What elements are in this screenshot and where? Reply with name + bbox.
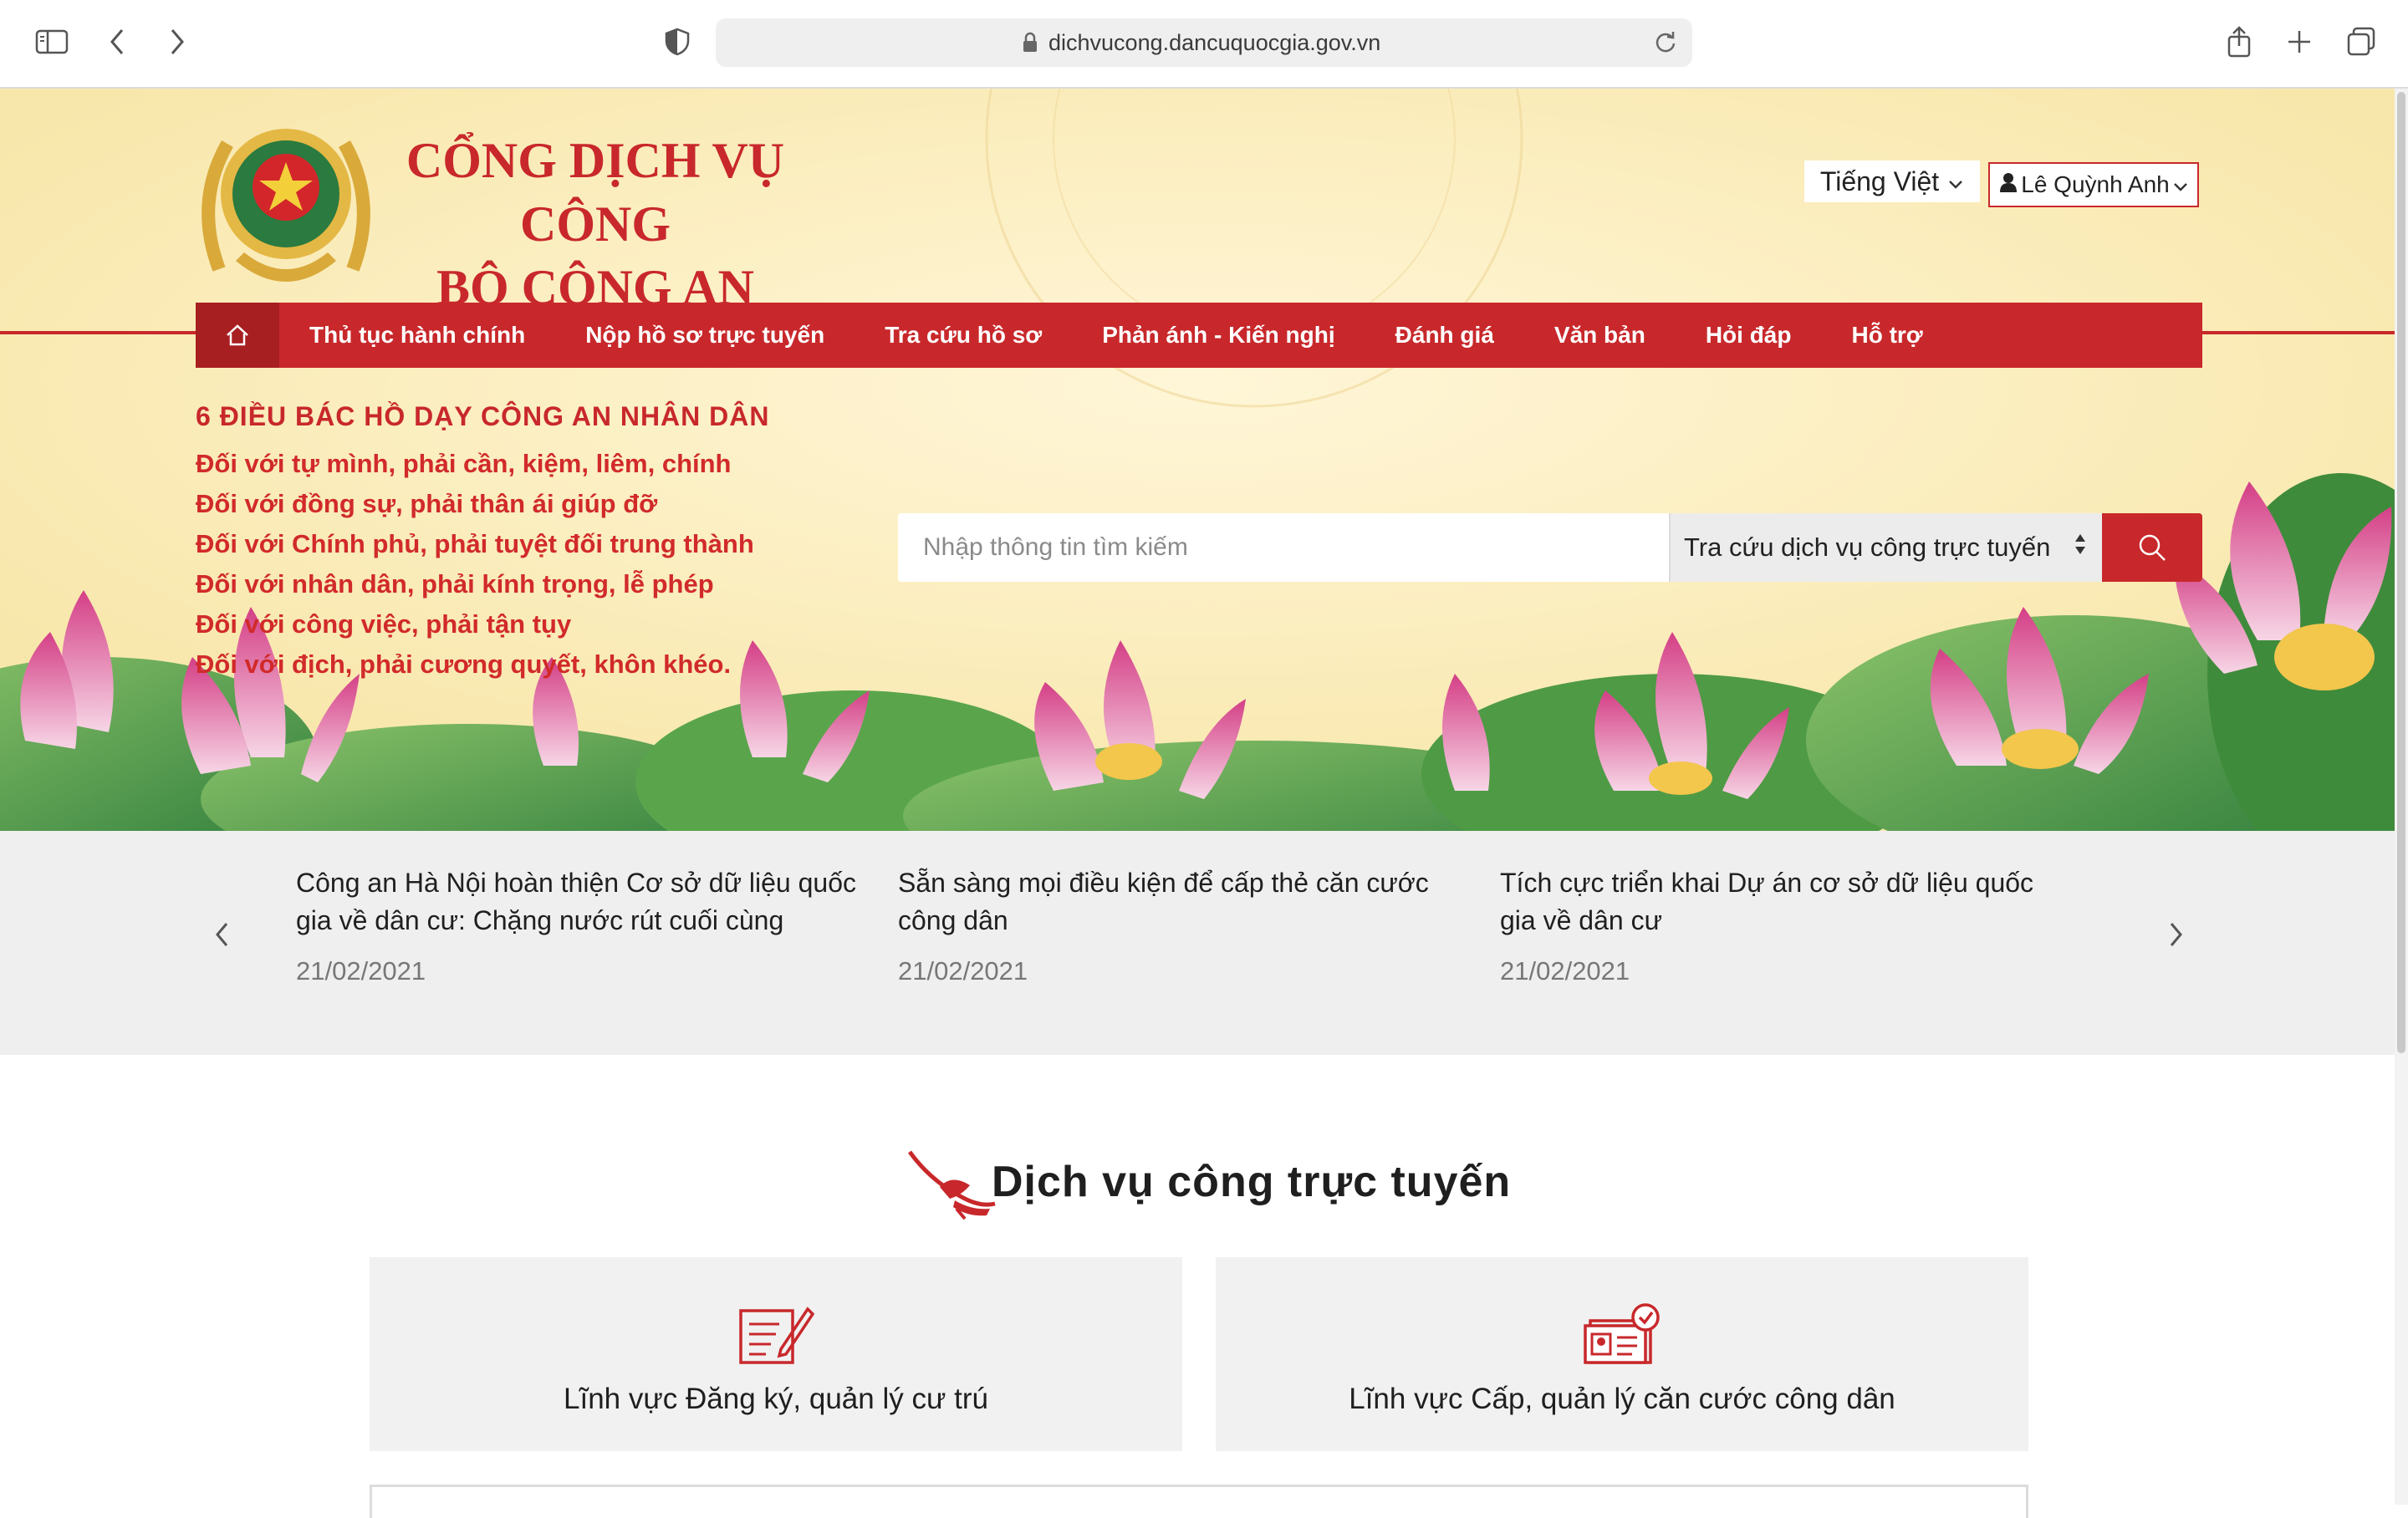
- uncle-ho-teachings: 6 ĐIỀU BÁC HỒ DẠY CÔNG AN NHÂN DÂN Đối v…: [196, 401, 769, 685]
- lock-icon: [1022, 32, 1038, 58]
- home-icon: [227, 324, 248, 346]
- nav-item-van-ban[interactable]: Văn bản: [1524, 322, 1676, 349]
- id-card-check-icon: [1582, 1302, 1662, 1366]
- chevron-left-icon: [216, 923, 228, 946]
- teaching-line: Đối với Chính phủ, phải tuyệt đối trung …: [196, 529, 754, 558]
- service-card-label: Lĩnh vực Đăng ký, quản lý cư trú: [564, 1383, 988, 1415]
- user-icon: [1999, 171, 2018, 198]
- reload-icon[interactable]: [1654, 30, 1677, 58]
- search-input[interactable]: [898, 513, 1669, 582]
- nav-item-phan-anh-kien-nghi[interactable]: Phản ánh - Kiến nghị: [1072, 322, 1365, 349]
- news-carousel: Công an Hà Nội hoàn thiện Cơ sở dữ liệu …: [0, 831, 2395, 1055]
- scrollbar-thumb[interactable]: [2397, 92, 2405, 1053]
- search-category-label: Tra cứu dịch vụ công trực tuyến: [1684, 532, 2051, 562]
- news-title[interactable]: Công an Hà Nội hoàn thiện Cơ sở dữ liệu …: [296, 864, 865, 940]
- user-name: Lê Quỳnh Anh: [2021, 171, 2170, 197]
- forward-icon[interactable]: [159, 23, 196, 60]
- nav-item-thu-tuc-hanh-chinh[interactable]: Thủ tục hành chính: [279, 322, 555, 349]
- chevron-down-icon: [2173, 171, 2188, 198]
- language-label: Tiếng Việt: [1819, 166, 1940, 196]
- service-card-citizen-id[interactable]: Lĩnh vực Cấp, quản lý căn cước công dân: [1216, 1257, 2028, 1451]
- address-bar[interactable]: dichvucong.dancuquocgia.gov.vn: [716, 18, 1692, 67]
- share-icon[interactable]: [2221, 23, 2258, 60]
- nav-item-hoi-dap[interactable]: Hỏi đáp: [1676, 322, 1822, 349]
- teaching-line: Đối với nhân dân, phải kính trọng, lễ ph…: [196, 569, 714, 599]
- sidebar-toggle-icon[interactable]: [33, 23, 70, 60]
- user-account-menu[interactable]: Lê Quỳnh Anh: [1988, 162, 2199, 207]
- nav-item-danh-gia[interactable]: Đánh giá: [1365, 322, 1524, 349]
- ministry-emblem-logo[interactable]: [194, 110, 378, 307]
- chevron-right-icon: [2170, 923, 2182, 946]
- new-tab-icon[interactable]: [2281, 23, 2318, 60]
- news-date: 21/02/2021: [1500, 956, 1630, 986]
- carousel-next-button[interactable]: [2159, 918, 2192, 951]
- form-edit-icon: [737, 1302, 815, 1366]
- news-title[interactable]: Tích cực triển khai Dự án cơ sở dữ liệu …: [1500, 864, 2069, 940]
- service-card-label: Lĩnh vực Cấp, quản lý căn cước công dân: [1349, 1383, 1895, 1415]
- search-button[interactable]: [2102, 513, 2202, 582]
- news-title[interactable]: Sẵn sàng mọi điều kiện để cấp thẻ căn cư…: [898, 864, 1467, 940]
- nav-item-ho-tro[interactable]: Hỗ trợ: [1821, 322, 1952, 349]
- news-card[interactable]: Công an Hà Nội hoàn thiện Cơ sở dữ liệu …: [296, 864, 865, 986]
- news-card[interactable]: Tích cực triển khai Dự án cơ sở dữ liệu …: [1500, 864, 2069, 986]
- site-title[interactable]: CỔNG DỊCH VỤ CÔNG BỘ CÔNG AN: [378, 129, 813, 319]
- teaching-line: Đối với tự mình, phải cần, kiệm, liêm, c…: [196, 449, 732, 478]
- teachings-title: 6 ĐIỀU BÁC HỒ DẠY CÔNG AN NHÂN DÂN: [196, 401, 770, 431]
- services-title: Dịch vụ công trực tuyến: [992, 1158, 1512, 1206]
- tab-overview-icon[interactable]: [2343, 23, 2380, 60]
- teaching-line: Đối với đồng sự, phải thân ái giúp đỡ: [196, 489, 658, 518]
- privacy-shield-icon[interactable]: [659, 23, 696, 60]
- service-card-residence[interactable]: Lĩnh vực Đăng ký, quản lý cư trú: [370, 1257, 1182, 1451]
- chevron-down-icon: [1947, 166, 1964, 197]
- teaching-line: Đối với địch, phải cương quyết, khôn khé…: [196, 649, 732, 679]
- news-card[interactable]: Sẵn sàng mọi điều kiện để cấp thẻ căn cư…: [898, 864, 1467, 986]
- search-bar: Tra cứu dịch vụ công trực tuyến: [898, 513, 2202, 582]
- back-icon[interactable]: [99, 23, 135, 60]
- news-date: 21/02/2021: [898, 956, 1028, 986]
- search-icon: [2139, 534, 2166, 561]
- nav-item-tra-cuu-ho-so[interactable]: Tra cứu hồ sơ: [855, 322, 1072, 349]
- browser-toolbar: dichvucong.dancuquocgia.gov.vn: [0, 0, 2408, 89]
- site-title-line1: CỔNG DỊCH VỤ CÔNG: [406, 133, 785, 252]
- services-heading: Dịch vụ công trực tuyến: [903, 1142, 1538, 1225]
- quill-decoration-icon: [907, 1150, 996, 1220]
- main-navigation: Thủ tục hành chính Nộp hồ sơ trực tuyến …: [196, 303, 2202, 368]
- teaching-line: Đối với công việc, phải tận tụy: [196, 609, 572, 639]
- page-scrollbar[interactable]: [2395, 89, 2408, 1505]
- next-section-box: [370, 1485, 2028, 1518]
- hero-banner: CỔNG DỊCH VỤ CÔNG BỘ CÔNG AN Tiếng Việt …: [0, 89, 2395, 831]
- search-category-select[interactable]: Tra cứu dịch vụ công trực tuyến: [1669, 513, 2102, 582]
- news-date: 21/02/2021: [296, 956, 426, 986]
- select-updown-icon: [2074, 532, 2087, 563]
- carousel-prev-button[interactable]: [206, 918, 239, 951]
- url-text: dichvucong.dancuquocgia.gov.vn: [1048, 30, 1381, 55]
- language-select[interactable]: Tiếng Việt: [1804, 160, 1980, 202]
- nav-item-nop-ho-so-truc-tuyen[interactable]: Nộp hồ sơ trực tuyến: [555, 322, 855, 349]
- nav-home-button[interactable]: [196, 303, 279, 368]
